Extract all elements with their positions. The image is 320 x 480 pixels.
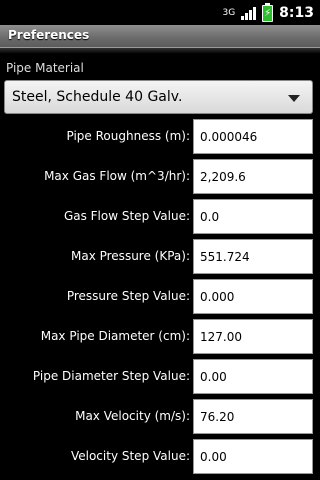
field-label: Max Pipe Diameter (cm): <box>40 329 190 343</box>
field-label: Max Gas Flow (m^3/hr): <box>44 169 190 183</box>
pipe-material-spinner[interactable]: Steel, Schedule 40 Galv. <box>4 80 313 114</box>
field-row-pipe-diameter-step: Pipe Diameter Step Value: <box>0 358 320 398</box>
pipe-diameter-step-input[interactable] <box>193 359 313 394</box>
battery-charging-icon: ⚡ <box>262 2 274 22</box>
status-bar: 3G ⚡ 8:13 <box>0 0 320 25</box>
pipe-material-label: Pipe Material <box>6 61 84 75</box>
max-velocity-input[interactable] <box>193 399 313 434</box>
field-label: Gas Flow Step Value: <box>63 209 190 223</box>
pressure-step-input[interactable] <box>193 279 313 314</box>
field-row-max-pressure: Max Pressure (KPa): <box>0 238 320 278</box>
field-label: Max Velocity (m/s): <box>75 409 190 423</box>
field-label: Pressure Step Value: <box>66 289 190 303</box>
title-shadow <box>0 48 320 54</box>
field-row-max-velocity: Max Velocity (m/s): <box>0 398 320 438</box>
field-label: Pipe Roughness (m): <box>66 129 191 143</box>
field-row-pressure-step: Pressure Step Value: <box>0 278 320 318</box>
status-icons: 3G ⚡ 8:13 <box>222 2 314 22</box>
title-bar: Preferences <box>0 25 320 48</box>
field-label: Pipe Diameter Step Value: <box>32 369 190 383</box>
max-pressure-input[interactable] <box>193 239 313 274</box>
field-row-pipe-roughness: Pipe Roughness (m): <box>0 118 320 158</box>
dropdown-arrow-icon <box>288 95 300 102</box>
network-type-label: 3G <box>222 7 236 18</box>
status-clock: 8:13 <box>279 5 314 21</box>
max-gas-flow-input[interactable] <box>193 159 313 194</box>
page-title: Preferences <box>8 28 90 42</box>
field-row-max-pipe-diameter: Max Pipe Diameter (cm): <box>0 318 320 358</box>
preference-fields: Pipe Roughness (m): Max Gas Flow (m^3/hr… <box>0 118 320 478</box>
max-pipe-diameter-input[interactable] <box>193 319 313 354</box>
field-label: Max Pressure (KPa): <box>70 249 190 263</box>
field-label: Velocity Step Value: <box>70 449 190 463</box>
velocity-step-input[interactable] <box>193 439 313 474</box>
field-row-velocity-step: Velocity Step Value: <box>0 438 320 478</box>
pipe-material-selected: Steel, Schedule 40 Galv. <box>12 89 183 105</box>
pipe-roughness-input[interactable] <box>193 119 313 154</box>
charging-bolt-icon: ⚡ <box>264 7 272 19</box>
signal-bars-icon <box>241 6 257 20</box>
gas-flow-step-input[interactable] <box>193 199 313 234</box>
field-row-gas-flow-step: Gas Flow Step Value: <box>0 198 320 238</box>
field-row-max-gas-flow: Max Gas Flow (m^3/hr): <box>0 158 320 198</box>
network-3g-icon: 3G <box>222 7 236 18</box>
